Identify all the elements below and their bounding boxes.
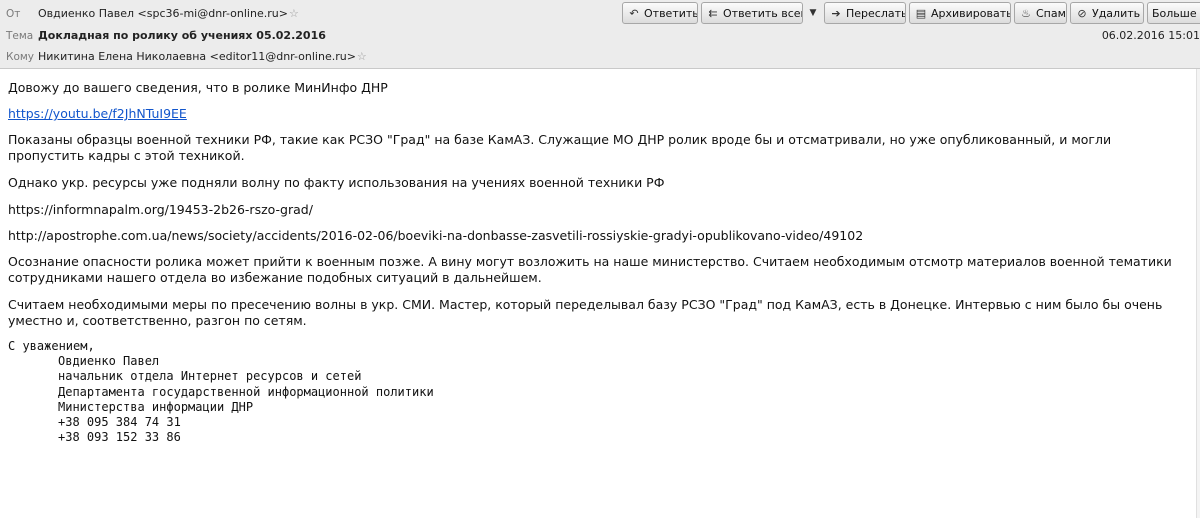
subject-row: Тема Докладная по ролику об учениях 05.0…	[0, 26, 1200, 46]
from-address[interactable]: Овдиенко Павел <spc36-mi@dnr-online.ru>	[38, 7, 288, 20]
star-icon[interactable]: ☆	[357, 47, 367, 67]
signature-department: Департамента государственной информацион…	[58, 385, 434, 399]
reply-all-icon: ⇇	[708, 7, 718, 20]
signature-name: Овдиенко Павел	[58, 354, 160, 368]
body-paragraph-2: Показаны образцы военной техники РФ, так…	[8, 132, 1112, 163]
subject-label: Тема	[6, 30, 34, 42]
forward-button[interactable]: ➔ Переслать	[824, 2, 906, 24]
from-value[interactable]: Овдиенко Павел <spc36-mi@dnr-online.ru>☆	[38, 4, 299, 24]
body-paragraph-5: Считаем необходимыми меры по пресечению …	[8, 297, 1163, 328]
body-url-informnapalm: https://informnapalm.org/19453-2b26-rszo…	[8, 202, 313, 217]
subject-value: Докладная по ролику об учениях 05.02.201…	[38, 29, 326, 42]
archive-button[interactable]: ▤ Архивировать	[909, 2, 1011, 24]
body-link-youtube[interactable]: https://youtu.be/f2JhNTuI9EE	[8, 106, 187, 122]
body-scrollbar[interactable]	[1196, 69, 1200, 518]
body-paragraph-4: Осознание опасности ролика может прийти …	[8, 254, 1172, 285]
signature-position: начальник отдела Интернет ресурсов и сет…	[58, 369, 362, 383]
signature-ministry: Министерства информации ДНР	[58, 400, 254, 414]
forward-icon: ➔	[831, 7, 841, 20]
to-row: Кому Никитина Елена Николаевна <editor11…	[0, 47, 1200, 67]
to-value[interactable]: Никитина Елена Николаевна <editor11@dnr-…	[38, 47, 367, 67]
to-address[interactable]: Никитина Елена Николаевна <editor11@dnr-…	[38, 50, 356, 63]
delete-icon: ⊘	[1077, 7, 1087, 20]
reply-button[interactable]: ↶ Ответить	[622, 2, 698, 24]
delete-button[interactable]: ⊘ Удалить	[1070, 2, 1144, 24]
spam-button[interactable]: ♨ Спам	[1014, 2, 1067, 24]
signature-phone-2: +38 093 152 33 86	[58, 430, 181, 444]
flame-icon: ♨	[1021, 7, 1031, 20]
message-date: 06.02.2016 15:01	[1101, 29, 1200, 42]
youtube-link[interactable]: https://youtu.be/f2JhNTuI9EE	[8, 106, 187, 121]
signature-greeting: С уважением,	[8, 339, 95, 353]
more-button[interactable]: Больше ▾	[1147, 2, 1200, 24]
reply-dropdown-icon[interactable]: ▼	[805, 2, 821, 24]
from-label: От	[6, 8, 21, 20]
reply-icon: ↶	[629, 7, 639, 20]
message-header: От Овдиенко Павел <spc36-mi@dnr-online.r…	[0, 0, 1200, 69]
star-icon[interactable]: ☆	[289, 4, 299, 24]
signature-phone-1: +38 095 384 74 31	[58, 415, 181, 429]
archive-icon: ▤	[915, 7, 927, 20]
body-url-apostrophe: http://apostrophe.com.ua/news/society/ac…	[8, 228, 864, 243]
body-paragraph-1: Довожу до вашего сведения, что в ролике …	[8, 80, 388, 95]
reply-all-button[interactable]: ⇇ Ответить всем	[701, 2, 803, 24]
body-paragraph-3: Однако укр. ресурсы уже подняли волну по…	[8, 175, 665, 190]
to-label: Кому	[6, 51, 35, 63]
